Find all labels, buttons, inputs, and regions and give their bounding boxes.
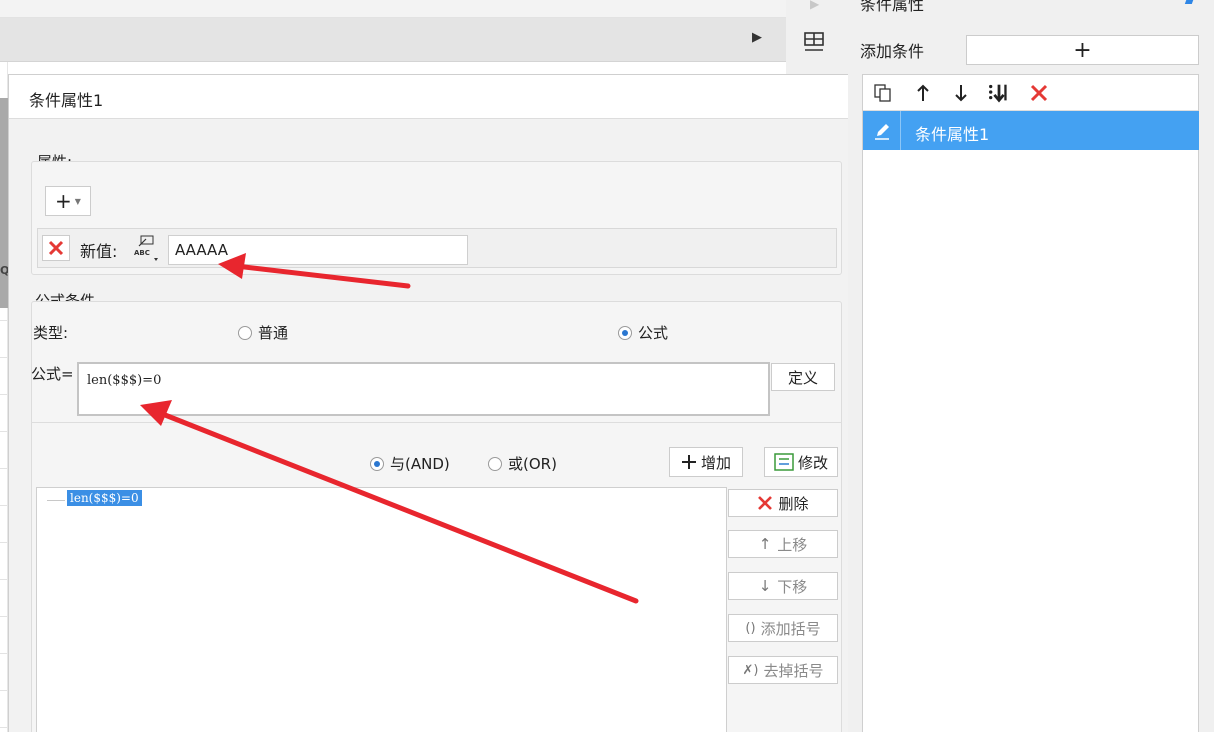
remove-brackets-button[interactable]: ✗) 去掉括号 bbox=[728, 656, 838, 684]
value-type-icon bbox=[138, 235, 158, 261]
type-formula-radio-label: 公式 bbox=[638, 324, 669, 342]
delete-x-icon bbox=[758, 496, 773, 510]
toolbar-band: ▶ bbox=[0, 18, 786, 62]
remove-brackets-label: 去掉括号 bbox=[763, 661, 824, 680]
modify-icon bbox=[774, 453, 794, 471]
top-strip bbox=[0, 0, 786, 18]
attributes-panel: + ▼ 新值: ABC AAAAA bbox=[31, 161, 842, 275]
value-type-button[interactable]: ABC bbox=[130, 233, 160, 263]
logic-and-radio-circle bbox=[370, 456, 384, 471]
move-down-icon[interactable] bbox=[949, 81, 973, 105]
delete-condition-button[interactable]: 删除 bbox=[728, 489, 838, 517]
move-up-icon[interactable] bbox=[911, 81, 935, 105]
logic-or-radio-label: 或(OR) bbox=[508, 455, 557, 473]
type-label: 类型: bbox=[33, 324, 69, 342]
type-formula-radio[interactable]: 公式 bbox=[618, 322, 668, 343]
move-up-button[interactable]: ↑ 上移 bbox=[728, 530, 838, 558]
pin-icon[interactable] bbox=[1184, 0, 1197, 4]
formula-input[interactable]: len($$$)=0 bbox=[77, 362, 770, 416]
add-brackets-label: 添加括号 bbox=[760, 619, 821, 638]
add-brackets-button[interactable]: () 添加括号 bbox=[728, 614, 838, 642]
tree-branch-line bbox=[47, 500, 65, 501]
condition-tree[interactable]: len($$$)=0 bbox=[36, 487, 727, 732]
new-value-row: 新值: ABC AAAAA bbox=[37, 228, 837, 268]
delete-x-icon bbox=[48, 240, 64, 256]
add-condition-button[interactable]: 增加 bbox=[669, 447, 743, 477]
type-normal-radio[interactable]: 普通 bbox=[238, 322, 288, 343]
formula-input-text: len($$$)=0 bbox=[87, 373, 162, 388]
delete-icon[interactable] bbox=[1027, 81, 1051, 105]
new-value-text: AAAAA bbox=[175, 241, 228, 259]
arrow-up-icon: ↑ bbox=[758, 535, 772, 553]
expand-arrow-icon[interactable]: ▶ bbox=[810, 0, 819, 11]
new-value-label: 新值: bbox=[80, 242, 118, 261]
new-value-input[interactable]: AAAAA bbox=[168, 235, 468, 265]
condition-attribute-dialog: 条件属性1 属性: + ▼ 新值: ABC bbox=[8, 74, 853, 732]
tree-item[interactable]: len($$$)=0 bbox=[67, 490, 142, 506]
plus-icon bbox=[681, 455, 696, 469]
arrow-down-icon: ↓ bbox=[758, 577, 772, 595]
remove-brackets-icon: ✗) bbox=[742, 662, 759, 678]
add-condition-label: 添加条件 bbox=[860, 42, 925, 61]
add-attribute-label: + bbox=[55, 189, 72, 213]
add-condition-button[interactable]: + bbox=[966, 35, 1199, 65]
type-formula-radio-circle bbox=[618, 325, 632, 340]
delete-attribute-button[interactable] bbox=[42, 235, 70, 261]
type-normal-radio-circle bbox=[238, 325, 252, 340]
dialog-title: 条件属性1 bbox=[29, 91, 104, 110]
type-normal-radio-label: 普通 bbox=[258, 324, 289, 342]
list-item-label: 条件属性1 bbox=[915, 125, 990, 144]
logic-and-radio-label: 与(AND) bbox=[390, 455, 450, 473]
define-button[interactable]: 定义 bbox=[771, 363, 835, 391]
collapse-corner-icon[interactable]: ▶ bbox=[752, 30, 762, 45]
condition-list: 条件属性1 bbox=[862, 74, 1199, 732]
logic-and-radio[interactable]: 与(AND) bbox=[370, 453, 450, 474]
condition-attributes-panel: 条件属性 添加条件 + 条件属性1 bbox=[848, 0, 1214, 732]
move-to-bottom-icon[interactable] bbox=[987, 81, 1011, 105]
dialog-header: 条件属性1 bbox=[9, 75, 852, 119]
logic-or-radio-circle bbox=[488, 456, 502, 471]
right-panel-title: 条件属性 bbox=[860, 0, 925, 14]
dropdown-arrow-icon: ▼ bbox=[74, 196, 81, 206]
add-condition-label: 增加 bbox=[700, 453, 731, 472]
layout-icon[interactable] bbox=[802, 30, 826, 54]
background-grid bbox=[0, 62, 8, 732]
add-attribute-button[interactable]: + ▼ bbox=[45, 186, 91, 216]
value-type-text: ABC bbox=[134, 249, 150, 257]
formula-label: 公式= bbox=[31, 365, 74, 383]
side-strip: ▶ bbox=[786, 0, 848, 74]
move-down-label: 下移 bbox=[777, 577, 808, 596]
brackets-icon: () bbox=[745, 620, 756, 636]
modify-condition-label: 修改 bbox=[797, 453, 828, 472]
delete-condition-label: 删除 bbox=[778, 494, 809, 513]
section-divider bbox=[31, 422, 842, 423]
move-up-label: 上移 bbox=[777, 535, 808, 554]
logic-or-radio[interactable]: 或(OR) bbox=[488, 453, 557, 474]
edit-pencil-icon[interactable] bbox=[863, 111, 901, 150]
copy-icon[interactable] bbox=[871, 81, 895, 105]
move-down-button[interactable]: ↓ 下移 bbox=[728, 572, 838, 600]
list-item-condition-1[interactable]: 条件属性1 bbox=[863, 111, 1199, 150]
list-toolbar bbox=[863, 75, 1198, 111]
modify-condition-button[interactable]: 修改 bbox=[764, 447, 838, 477]
